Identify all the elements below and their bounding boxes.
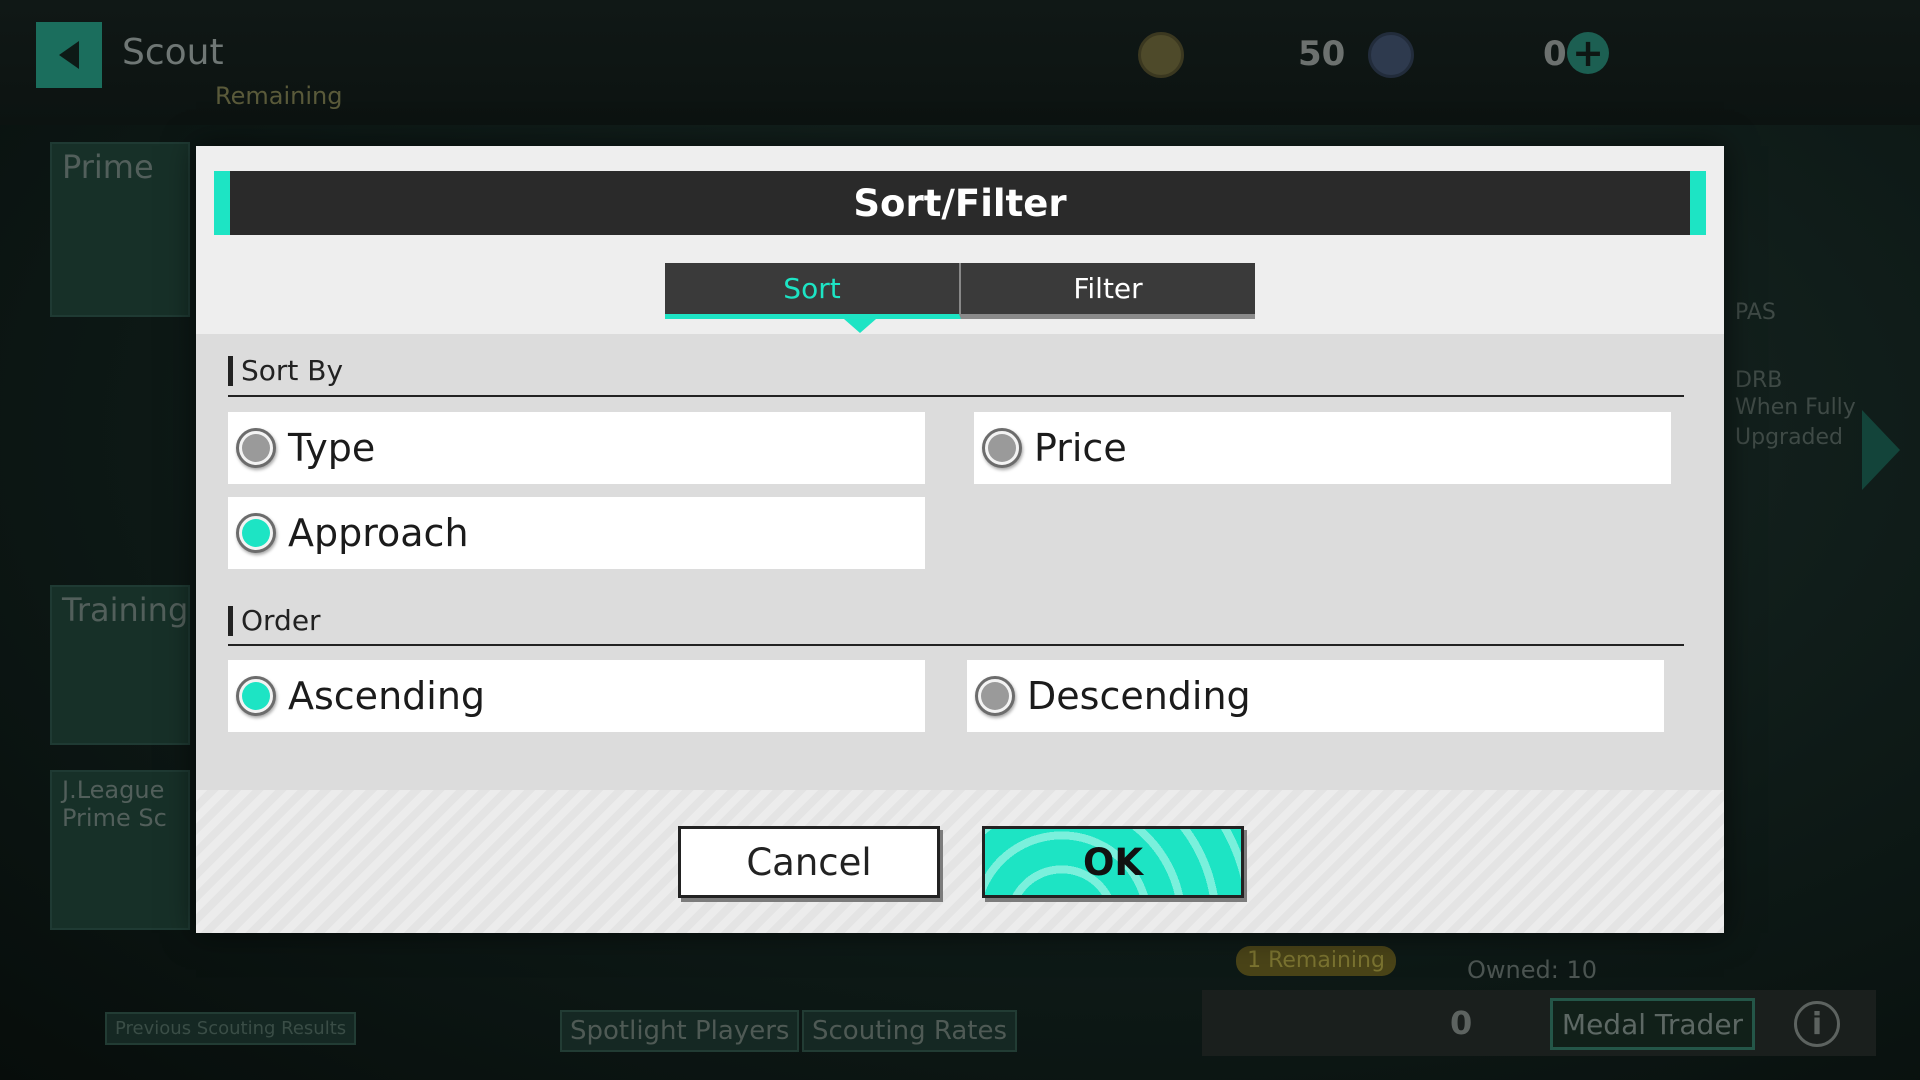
owned-value: 10	[1566, 956, 1598, 984]
upgraded-label: Upgraded	[1735, 425, 1844, 450]
back-arrow-icon	[59, 41, 79, 69]
sort-option-price[interactable]: Price	[974, 412, 1671, 484]
order-option-ascending[interactable]: Ascending	[228, 660, 925, 732]
spotlight-players-tab[interactable]: Spotlight Players	[560, 1010, 800, 1052]
currency-1-value: 50	[1298, 34, 1346, 74]
sort-option-type[interactable]: Type	[228, 412, 925, 484]
dialog-header: Sort/Filter	[214, 171, 1706, 235]
option-label: Ascending	[288, 674, 486, 718]
scout-card-training[interactable]: Training	[50, 585, 190, 745]
screen-title: Scout	[122, 32, 224, 73]
ok-button[interactable]: OK	[982, 826, 1244, 898]
stat-label-drb: DRB	[1735, 368, 1783, 393]
section-divider	[228, 644, 1684, 646]
radio-selected-icon	[236, 513, 276, 553]
sort-filter-dialog: Sort/Filter Sort Filter Sort By Type Pri…	[196, 146, 1724, 933]
owned-label: Owned: 10	[1467, 956, 1597, 984]
section-title-order: Order	[228, 606, 321, 636]
tab-bar: Sort Filter	[665, 263, 1255, 319]
medal-count: 0	[1450, 1004, 1473, 1042]
radio-icon	[982, 428, 1022, 468]
previous-results-tab[interactable]: Previous Scouting Results	[105, 1012, 357, 1045]
gp-coin-icon	[1138, 32, 1184, 78]
option-label: Descending	[1027, 674, 1251, 718]
dialog-footer	[196, 790, 1724, 933]
cancel-button[interactable]: Cancel	[678, 826, 940, 898]
order-option-descending[interactable]: Descending	[967, 660, 1664, 732]
scout-card-jleague[interactable]: J.League Prime Sc	[50, 770, 190, 930]
option-label: Approach	[288, 511, 469, 555]
bottom-bar	[1202, 990, 1876, 1056]
back-button[interactable]	[36, 22, 102, 88]
radio-icon	[975, 676, 1015, 716]
radio-icon	[236, 428, 276, 468]
radio-selected-icon	[236, 676, 276, 716]
active-tab-pointer-icon	[844, 319, 876, 333]
option-label: Type	[288, 426, 376, 470]
tab-sort[interactable]: Sort	[665, 263, 961, 319]
option-label: Price	[1034, 426, 1127, 470]
scout-card-prime[interactable]: Prime	[50, 142, 190, 317]
chevron-right-icon[interactable]	[1862, 410, 1900, 490]
info-icon[interactable]: i	[1794, 1001, 1840, 1047]
section-divider	[228, 395, 1684, 397]
currency-2-value: 0	[1543, 34, 1567, 74]
owned-text: Owned:	[1467, 956, 1559, 984]
sort-content-panel: Sort By Type Price Approach Order Ascend…	[196, 334, 1724, 790]
section-title-sort-by: Sort By	[228, 356, 343, 386]
add-currency-button[interactable]: +	[1567, 32, 1609, 74]
ef-coin-icon	[1368, 32, 1414, 78]
remaining-label: Remaining	[215, 82, 343, 110]
when-fully-label: When Fully	[1735, 395, 1856, 420]
remaining-badge: 1 Remaining	[1236, 946, 1396, 976]
scouting-rates-tab[interactable]: Scouting Rates	[802, 1010, 1018, 1052]
dialog-title: Sort/Filter	[853, 181, 1067, 225]
medal-trader-button[interactable]: Medal Trader	[1550, 998, 1755, 1050]
tab-filter[interactable]: Filter	[961, 263, 1255, 319]
sort-option-approach[interactable]: Approach	[228, 497, 925, 569]
stat-label-pas: PAS	[1735, 300, 1776, 325]
